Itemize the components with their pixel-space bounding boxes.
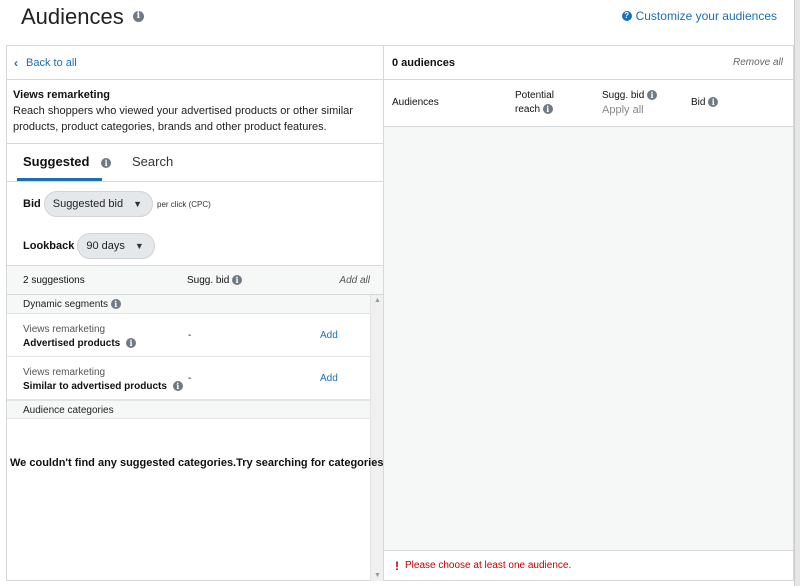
item-sugg-bid: -	[188, 330, 192, 341]
customize-audiences-label: Customize your audiences	[635, 9, 777, 23]
tab-suggested-label: Suggested	[23, 154, 90, 169]
item-category: Views remarketing	[23, 324, 106, 335]
section-header-categories: Audience categories	[7, 400, 370, 419]
bid-dropdown[interactable]: Suggested bid ▼	[43, 191, 153, 217]
lookback-label: Lookback	[23, 240, 75, 252]
list-item: Views remarketing Similar to advertised …	[7, 357, 370, 400]
chevron-down-icon: ▼	[134, 241, 144, 251]
add-button[interactable]: Add	[320, 330, 338, 341]
customize-audiences-link[interactable]: ? Customize your audiences	[621, 9, 777, 23]
audience-description: Views remarketing Reach shoppers who vie…	[7, 80, 384, 144]
description-text: Reach shoppers who viewed your advertise…	[13, 105, 353, 133]
info-icon[interactable]: i	[647, 90, 658, 101]
audiences-column-header: Audiences	[392, 97, 439, 108]
scroll-up-icon[interactable]: ▲	[374, 297, 381, 304]
potential-reach-column-header: Potential reach i	[515, 89, 554, 117]
description-title: Views remarketing	[13, 89, 111, 101]
page-title-text: Audiences	[21, 4, 124, 29]
add-button[interactable]: Add	[320, 373, 338, 384]
sugg-bid-column-header: Sugg. bid i	[187, 275, 243, 286]
selected-header: 0 audiences Remove all	[384, 46, 793, 80]
sugg-bid-label: Sugg. bid	[187, 275, 230, 286]
per-click-label: per click (CPC)	[157, 199, 211, 209]
sugg-bid-label: Sugg. bid	[602, 90, 645, 101]
bid-row: Bid Suggested bid ▼ per click (CPC)	[23, 191, 211, 217]
reach-line2: reach	[515, 104, 541, 115]
selected-audiences-panel: 0 audiences Remove all Audiences Potenti…	[383, 45, 794, 581]
suggestions-count: 2 suggestions	[23, 275, 85, 286]
selected-list-empty-area	[384, 127, 793, 551]
info-icon[interactable]: i	[542, 104, 553, 115]
tab-search[interactable]: Search	[132, 154, 173, 169]
info-icon[interactable]: i	[126, 338, 137, 349]
chevron-down-icon: ▼	[133, 199, 142, 209]
bid-column-header: Bid i	[691, 97, 719, 108]
item-sugg-bid: -	[188, 373, 192, 384]
scroll-down-icon[interactable]: ▼	[374, 572, 381, 579]
item-segment-label: Advertised products	[23, 338, 121, 349]
lookback-row: Lookback 90 days ▼	[23, 233, 155, 259]
item-segment: Advertised products i	[23, 338, 137, 349]
info-icon[interactable]: i	[172, 381, 183, 392]
lookback-dropdown[interactable]: 90 days ▼	[77, 233, 155, 259]
section-dynamic-label: Dynamic segments	[23, 299, 109, 310]
item-category: Views remarketing	[23, 367, 106, 378]
back-to-all-label: Back to all	[26, 56, 77, 69]
lookback-dropdown-value: 90 days	[86, 240, 125, 252]
suggestions-panel: ‹ Back to all Views remarketing Reach sh…	[6, 45, 387, 581]
bid-label: Bid	[23, 198, 41, 210]
empty-categories-message: We couldn't find any suggested categorie…	[10, 457, 387, 469]
remove-all-button[interactable]: Remove all	[733, 57, 783, 68]
error-message: Please choose at least one audience.	[405, 560, 572, 571]
item-segment-label: Similar to advertised products	[23, 381, 167, 392]
scrollbar[interactable]: ▲ ▼	[370, 295, 384, 581]
window-scrollbar[interactable]	[794, 0, 800, 586]
error-icon: !	[395, 558, 399, 573]
bid-dropdown-value: Suggested bid	[52, 198, 124, 210]
info-icon[interactable]: i	[132, 10, 144, 22]
sugg-bid-column-header: Sugg. bid i Apply all	[602, 89, 658, 118]
item-segment: Similar to advertised products i	[23, 381, 183, 392]
tab-suggested[interactable]: Suggested i	[23, 154, 112, 169]
suggestions-header: 2 suggestions Sugg. bid i Add all	[7, 265, 384, 295]
section-header-dynamic: Dynamic segments i	[7, 295, 370, 314]
page-title: Audiences i	[21, 4, 144, 30]
chevron-left-icon: ‹	[14, 55, 18, 70]
active-tab-indicator	[17, 178, 102, 181]
info-icon[interactable]: i	[110, 299, 121, 310]
add-all-button[interactable]: Add all	[339, 275, 370, 286]
info-icon[interactable]: i	[101, 157, 112, 168]
reach-line1: Potential	[515, 90, 554, 101]
validation-error: ! Please choose at least one audience.	[384, 550, 793, 580]
audience-count: 0 audiences	[392, 57, 455, 69]
list-item: Views remarketing Advertised products i …	[7, 314, 370, 357]
info-icon[interactable]: i	[232, 275, 243, 286]
bid-column-label: Bid	[691, 97, 706, 108]
back-to-all-link[interactable]: ‹ Back to all	[7, 46, 384, 80]
selected-table-header: Audiences Potential reach i Sugg. bid i …	[384, 80, 793, 127]
help-icon: ?	[621, 11, 632, 21]
suggestions-list: Dynamic segments i Views remarketing Adv…	[7, 295, 370, 419]
tabs: Suggested i Search	[7, 144, 384, 182]
apply-all-button[interactable]: Apply all	[602, 104, 644, 116]
page-header: Audiences i ? Customize your audiences	[0, 0, 800, 44]
info-icon[interactable]: i	[708, 97, 719, 108]
